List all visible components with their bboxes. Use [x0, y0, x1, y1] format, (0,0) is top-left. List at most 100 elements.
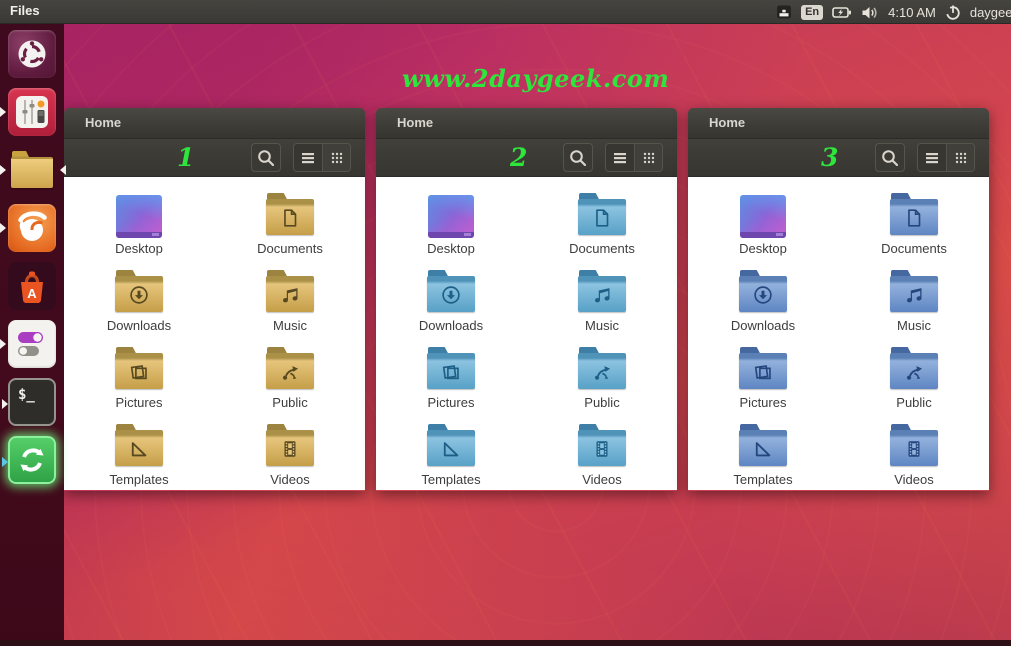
- folder-icon: [890, 193, 938, 238]
- input-source-icon[interactable]: [776, 4, 792, 20]
- grid-view-button[interactable]: [946, 144, 974, 171]
- folder-public[interactable]: Public: [839, 344, 989, 412]
- sliders-icon: [16, 96, 48, 128]
- launcher-item-terminal[interactable]: $_: [2, 378, 56, 426]
- folder-label: Downloads: [418, 318, 484, 333]
- launcher-item-ubuntu-software[interactable]: A: [8, 262, 56, 310]
- view-toggle-group: [293, 143, 351, 172]
- launcher-item-software-updater[interactable]: [2, 436, 56, 484]
- toolbar: 1: [64, 139, 365, 177]
- running-indicator-arrow: [0, 107, 11, 117]
- search-icon: [255, 147, 277, 169]
- share-emblem-icon: [591, 361, 613, 383]
- toolbar: 2: [376, 139, 677, 177]
- folder-videos[interactable]: Videos: [215, 421, 365, 489]
- list-view-button[interactable]: [918, 144, 946, 171]
- folder-icon: [115, 347, 163, 392]
- grid-view-button[interactable]: [634, 144, 662, 171]
- volume-icon[interactable]: [861, 4, 879, 21]
- folder-desktop[interactable]: Desktop: [688, 190, 838, 258]
- grid-view-button[interactable]: [322, 144, 350, 171]
- folder-icon: [266, 424, 314, 469]
- folder-icon: [890, 424, 938, 469]
- folder-documents[interactable]: Documents: [215, 190, 365, 258]
- video-emblem-icon: [591, 438, 613, 460]
- battery-icon[interactable]: [832, 4, 852, 21]
- folder-music[interactable]: Music: [215, 267, 365, 335]
- app-menu-files[interactable]: Files: [10, 3, 40, 18]
- unity-launcher: A $_: [0, 24, 66, 646]
- titlebar[interactable]: Home: [688, 108, 989, 139]
- download-emblem-icon: [752, 284, 774, 306]
- folder-downloads[interactable]: Downloads: [64, 267, 214, 335]
- username-menu[interactable]: daygeek: [970, 5, 1011, 20]
- clock[interactable]: 4:10 AM: [888, 5, 936, 20]
- launcher-item-dash-home[interactable]: [8, 30, 56, 78]
- view-toggle-group: [605, 143, 663, 172]
- file-area: Desktop Documents Downloads Music Pictur…: [688, 177, 989, 490]
- folder-pictures[interactable]: Pictures: [64, 344, 214, 412]
- folder-icon: [427, 270, 475, 315]
- list-view-button[interactable]: [606, 144, 634, 171]
- toggles-icon: [18, 332, 43, 356]
- folder-desktop[interactable]: Desktop: [64, 190, 214, 258]
- folder-desktop[interactable]: Desktop: [376, 190, 526, 258]
- list-view-icon: [298, 148, 318, 168]
- desktop-icon: [428, 195, 474, 238]
- folder-icon: [266, 347, 314, 392]
- list-view-button[interactable]: [294, 144, 322, 171]
- folder-icon: [890, 347, 938, 392]
- document-emblem-icon: [591, 207, 613, 229]
- folder-label: Downloads: [106, 318, 172, 333]
- folder-documents[interactable]: Documents: [527, 190, 677, 258]
- folder-videos[interactable]: Videos: [527, 421, 677, 489]
- power-icon[interactable]: [945, 4, 961, 21]
- pictures-emblem-icon: [752, 361, 774, 383]
- grid-view-icon: [327, 148, 347, 168]
- download-emblem-icon: [128, 284, 150, 306]
- running-indicator-arrow: [0, 223, 11, 233]
- search-button[interactable]: [875, 143, 905, 172]
- launcher-item-system-settings[interactable]: [0, 88, 56, 136]
- folder-templates[interactable]: Templates: [688, 421, 838, 489]
- folder-label: Documents: [257, 241, 323, 256]
- music-emblem-icon: [279, 284, 301, 306]
- launcher-item-firefox[interactable]: [0, 204, 56, 252]
- ubuntu-logo-icon: [18, 40, 46, 68]
- folder-templates[interactable]: Templates: [376, 421, 526, 489]
- folder-public[interactable]: Public: [527, 344, 677, 412]
- refresh-icon: [20, 448, 44, 472]
- folder-public[interactable]: Public: [215, 344, 365, 412]
- template-emblem-icon: [128, 438, 150, 460]
- titlebar[interactable]: Home: [64, 108, 365, 139]
- launcher-item-tweak-tool[interactable]: [0, 320, 56, 368]
- folder-icon: [739, 270, 787, 315]
- music-emblem-icon: [903, 284, 925, 306]
- search-button[interactable]: [563, 143, 593, 172]
- svg-text:A: A: [27, 286, 37, 301]
- folder-label: Music: [585, 318, 619, 333]
- keyboard-layout-indicator[interactable]: En: [801, 4, 824, 20]
- launcher-item-files[interactable]: [0, 146, 66, 194]
- folder-label: Downloads: [730, 318, 796, 333]
- folder-documents[interactable]: Documents: [839, 190, 989, 258]
- folder-icon: [578, 193, 626, 238]
- folder-label: Pictures: [427, 395, 475, 410]
- folder-label: Videos: [270, 472, 310, 487]
- folder-pictures[interactable]: Pictures: [376, 344, 526, 412]
- folder-pictures[interactable]: Pictures: [688, 344, 838, 412]
- search-button[interactable]: [251, 143, 281, 172]
- folder-downloads[interactable]: Downloads: [688, 267, 838, 335]
- folder-music[interactable]: Music: [839, 267, 989, 335]
- folder-downloads[interactable]: Downloads: [376, 267, 526, 335]
- document-emblem-icon: [903, 207, 925, 229]
- file-area: Desktop Documents Downloads Music Pictur…: [376, 177, 677, 490]
- folder-templates[interactable]: Templates: [64, 421, 214, 489]
- titlebar[interactable]: Home: [376, 108, 677, 139]
- folder-icon: [8, 146, 56, 194]
- folder-videos[interactable]: Videos: [839, 421, 989, 489]
- folder-music[interactable]: Music: [527, 267, 677, 335]
- folder-label: Videos: [894, 472, 934, 487]
- folder-label: Templates: [733, 472, 793, 487]
- files-window-2: Home 2 Desktop Documents Downloads Music…: [376, 108, 677, 491]
